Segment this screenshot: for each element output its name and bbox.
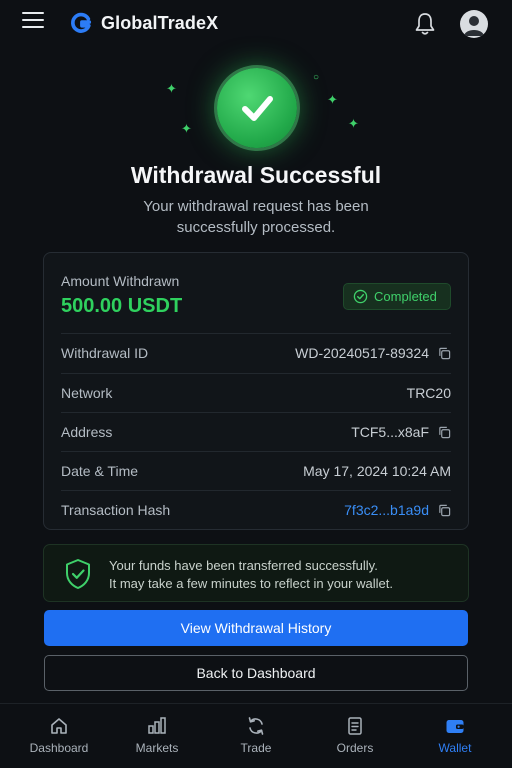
bottom-navigation: Dashboard Markets Trade Orders Wallet bbox=[0, 703, 512, 768]
nav-item-markets[interactable]: Markets bbox=[108, 704, 206, 768]
nav-label: Wallet bbox=[438, 741, 472, 755]
detail-row-withdrawal-id: Withdrawal ID WD-20240517-89324 bbox=[61, 333, 451, 372]
back-to-dashboard-button[interactable]: Back to Dashboard bbox=[44, 655, 468, 691]
page-subtitle: Your withdrawal request has been success… bbox=[143, 198, 369, 236]
detail-row-transaction-hash: Transaction Hash 7f3c2...b1a9d bbox=[61, 490, 451, 529]
amount-value: 500.00 USDT bbox=[61, 295, 183, 317]
notice-line: Your funds have been transferred success… bbox=[109, 558, 378, 573]
detail-row-date-time: Date & Time May 17, 2024 10:24 AM bbox=[61, 451, 451, 490]
nav-label: Trade bbox=[240, 741, 272, 755]
success-hero: ✦ ✦ ○ ✦ ✦ bbox=[0, 60, 512, 160]
check-circle-icon bbox=[353, 289, 368, 304]
checkmark-icon bbox=[242, 96, 273, 121]
withdrawal-id-value: WD-20240517-89324 bbox=[295, 345, 429, 361]
copy-icon[interactable] bbox=[438, 426, 451, 439]
shield-check-icon bbox=[66, 559, 90, 589]
detail-label: Address bbox=[61, 424, 113, 440]
detail-label: Date & Time bbox=[61, 463, 139, 479]
detail-row-network: Network TRC20 bbox=[61, 373, 451, 412]
page-title: Withdrawal Successful bbox=[130, 162, 382, 188]
status-text: Completed bbox=[374, 289, 437, 304]
copy-icon[interactable] bbox=[438, 504, 451, 517]
document-icon bbox=[348, 717, 362, 735]
success-badge bbox=[217, 68, 297, 148]
top-bar: GlobalTradeX bbox=[0, 0, 512, 46]
transaction-hash-link[interactable]: 7f3c2...b1a9d bbox=[344, 502, 429, 518]
nav-item-dashboard[interactable]: Dashboard bbox=[10, 704, 108, 768]
nav-label: Orders bbox=[336, 741, 374, 755]
sparkle-icon: ✦ bbox=[181, 121, 192, 136]
sparkle-icon: ✦ bbox=[166, 81, 177, 96]
bar-chart-icon bbox=[148, 717, 166, 734]
date-time-value: May 17, 2024 10:24 AM bbox=[303, 463, 451, 479]
nav-label: Dashboard bbox=[29, 741, 89, 755]
nav-label: Markets bbox=[135, 741, 179, 755]
sparkle-icon: ○ bbox=[313, 72, 320, 83]
amount-label: Amount Withdrawn bbox=[61, 273, 180, 289]
refresh-icon bbox=[248, 717, 264, 735]
nav-item-trade[interactable]: Trade bbox=[207, 704, 305, 768]
detail-value: 7f3c2...b1a9d bbox=[344, 502, 451, 518]
wallet-icon bbox=[446, 720, 464, 733]
status-badge: Completed bbox=[343, 283, 451, 310]
brand-name: GlobalTradeX bbox=[101, 13, 219, 33]
address-value: TCF5...x8aF bbox=[351, 424, 429, 440]
detail-value: TCF5...x8aF bbox=[351, 424, 451, 440]
logo-icon bbox=[71, 12, 92, 33]
home-icon bbox=[51, 718, 67, 734]
menu-icon[interactable] bbox=[22, 12, 44, 32]
detail-row-address: Address TCF5...x8aF bbox=[61, 412, 451, 451]
nav-item-orders[interactable]: Orders bbox=[306, 704, 404, 768]
view-withdrawal-history-button[interactable]: View Withdrawal History bbox=[44, 610, 468, 646]
withdrawal-summary-card: Amount Withdrawn 500.00 USDT Completed W… bbox=[43, 252, 469, 530]
nav-item-wallet[interactable]: Wallet bbox=[406, 704, 504, 768]
network-value: TRC20 bbox=[406, 385, 451, 401]
bell-icon[interactable] bbox=[413, 11, 437, 37]
detail-label: Transaction Hash bbox=[61, 502, 171, 518]
notice-text: Your funds have been transferred success… bbox=[109, 557, 393, 593]
detail-label: Withdrawal ID bbox=[61, 345, 149, 361]
sparkle-icon: ✦ bbox=[348, 116, 359, 131]
transfer-notice: Your funds have been transferred success… bbox=[43, 544, 469, 602]
copy-icon[interactable] bbox=[438, 347, 451, 360]
user-avatar-icon[interactable] bbox=[460, 10, 488, 38]
detail-label: Network bbox=[61, 385, 113, 401]
detail-value: WD-20240517-89324 bbox=[295, 345, 451, 361]
notice-line: It may take a few minutes to reflect in … bbox=[109, 576, 393, 591]
sparkle-icon: ✦ bbox=[327, 92, 338, 107]
